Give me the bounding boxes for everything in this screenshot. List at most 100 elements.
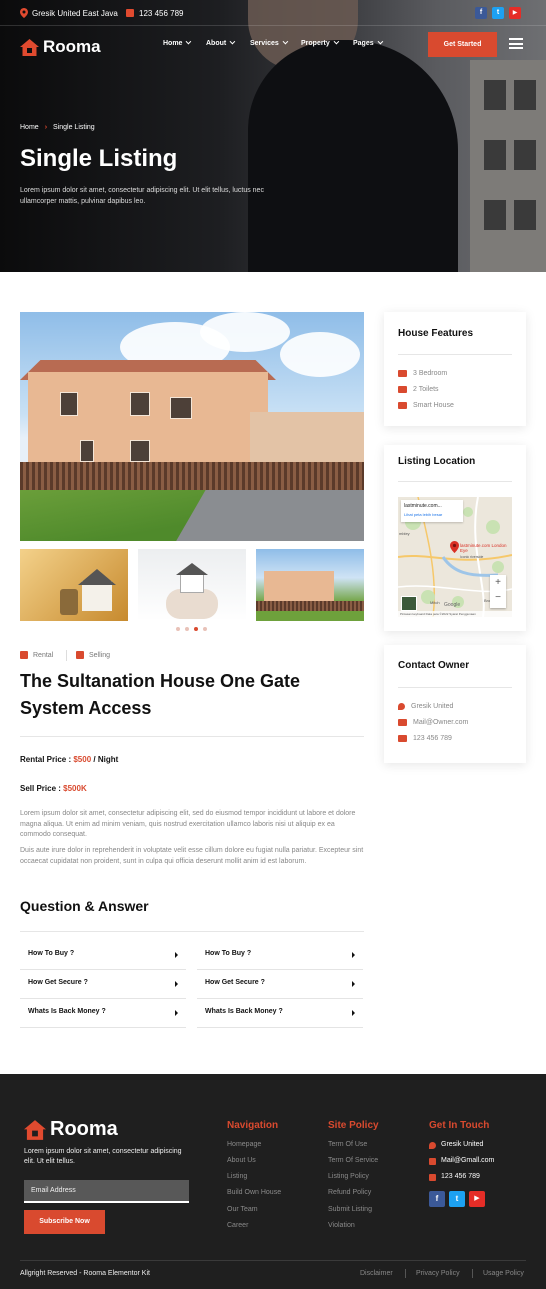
contact-owner-title: Contact Owner: [398, 660, 470, 671]
sell-price-label: Sell Price :: [20, 784, 64, 793]
faq-item[interactable]: How Get Secure ?: [197, 970, 363, 999]
footer-policy-link[interactable]: Submit Listing: [328, 1206, 372, 1213]
nav-pages[interactable]: Pages: [353, 40, 381, 47]
facebook-icon[interactable]: f: [475, 7, 487, 19]
map-satellite-toggle[interactable]: [401, 596, 417, 611]
footer-policy-link[interactable]: Term Of Use: [328, 1141, 367, 1148]
map-footer: Pintasan keyboard Data peta ©2022 Syarat…: [398, 611, 512, 617]
faq-item[interactable]: Whats Is Back Money ?: [20, 999, 186, 1028]
footer-nav-link[interactable]: Career: [227, 1222, 248, 1229]
selling-icon: [76, 651, 84, 659]
faq-question: How To Buy ?: [28, 950, 75, 957]
thumbnail-3[interactable]: [256, 549, 364, 621]
thumbnail-1[interactable]: [20, 549, 128, 621]
hamburger-menu-icon[interactable]: [509, 38, 523, 49]
footer-phone[interactable]: 123 456 789: [441, 1173, 480, 1180]
qa-title: Question & Answer: [20, 898, 149, 914]
map-pin-label: lastminute.com London Eye: [460, 543, 507, 553]
map-label: mbley: [399, 531, 410, 536]
slider-dot[interactable]: [176, 627, 180, 631]
footer-nav-link[interactable]: Build Own House: [227, 1189, 281, 1196]
nav-about[interactable]: About: [206, 40, 233, 47]
footer: Rooma Lorem ipsum dolor sit amet, consec…: [0, 1074, 546, 1289]
listing-main-image[interactable]: [20, 312, 364, 541]
footer-bottom-link[interactable]: Disclaimer: [360, 1270, 393, 1277]
location-map[interactable]: lastminute.com... Lihat peta lebih besar…: [398, 497, 512, 617]
sell-price: Sell Price : $500K: [20, 784, 87, 793]
tag-rental-label: Rental: [33, 651, 54, 659]
twitter-icon[interactable]: t: [492, 7, 504, 19]
contact-email[interactable]: Mail@Owner.com: [398, 719, 468, 726]
house-features-card: House Features 3 Bedroom 2 Toilets Smart…: [384, 312, 526, 426]
phone-icon: [429, 1174, 436, 1181]
map-pin-sublabel: Iconic riverside: [460, 555, 484, 559]
breadcrumb-home[interactable]: Home: [20, 124, 39, 131]
feature-label: 3 Bedroom: [413, 370, 448, 377]
footer-policy-link[interactable]: Refund Policy: [328, 1189, 371, 1196]
thumbnail-2[interactable]: [138, 549, 246, 621]
nav-services[interactable]: Services: [250, 40, 286, 47]
footer-nav-link[interactable]: About Us: [227, 1157, 256, 1164]
hero-section: Gresik United East Java 123 456 789 f t …: [0, 0, 546, 272]
caret-right-icon: [175, 952, 178, 958]
hero-description: Lorem ipsum dolor sit amet, consectetur …: [20, 187, 264, 205]
zoom-out-button[interactable]: −: [490, 591, 506, 607]
slider-dot[interactable]: [203, 627, 207, 631]
footer-email[interactable]: Mail@Gmall.com: [441, 1157, 494, 1164]
rental-price-value: $500: [73, 755, 92, 764]
email-input[interactable]: Email Address: [24, 1180, 189, 1203]
nav-property[interactable]: Property: [301, 40, 337, 47]
footer-policy-link[interactable]: Violation: [328, 1222, 355, 1229]
map-pin-icon[interactable]: [450, 541, 459, 553]
slider-dot-active[interactable]: [194, 627, 198, 631]
feature-label: 2 Toilets: [413, 386, 439, 393]
rental-price: Rental Price : $500 / Night: [20, 755, 118, 764]
bed-icon: [398, 370, 407, 377]
footer-nav-link[interactable]: Homepage: [227, 1141, 261, 1148]
zoom-in-button[interactable]: +: [490, 575, 506, 591]
map-zoom-controls: + −: [490, 575, 506, 608]
youtube-icon[interactable]: ▶: [469, 1191, 485, 1207]
caret-right-icon: [175, 981, 178, 987]
faq-item[interactable]: How To Buy ?: [197, 941, 363, 970]
topbar: Gresik United East Java 123 456 789 f t …: [0, 0, 546, 26]
footer-policy-link[interactable]: Listing Policy: [328, 1173, 369, 1180]
nav-home[interactable]: Home: [163, 40, 189, 47]
footer-policy-link[interactable]: Term Of Service: [328, 1157, 378, 1164]
caret-right-icon: [175, 1010, 178, 1016]
topbar-location: Gresik United East Java: [32, 9, 118, 18]
phone-icon: [398, 735, 407, 742]
footer-nav-link[interactable]: Listing: [227, 1173, 247, 1180]
slider-dot[interactable]: [185, 627, 189, 631]
footer-address: Gresik United: [441, 1141, 484, 1148]
faq-item[interactable]: How To Buy ?: [20, 941, 186, 970]
slider-dots: [176, 627, 207, 631]
feature-item: 2 Toilets: [398, 386, 439, 393]
rental-price-suffix: / Night: [91, 755, 119, 764]
footer-bottom-link[interactable]: Privacy Policy: [416, 1270, 460, 1277]
hero-person: [248, 40, 458, 272]
map-larger-link[interactable]: Lihat peta lebih besar: [404, 512, 460, 517]
breadcrumb-current: Single Listing: [53, 124, 95, 131]
subscribe-button[interactable]: Subscribe Now: [24, 1210, 105, 1234]
copyright: Allgright Reserved - Rooma Elementor Kit: [20, 1270, 150, 1277]
contact-email-label: Mail@Owner.com: [413, 719, 469, 726]
footer-divider: [20, 1260, 526, 1261]
footer-nav-link[interactable]: Our Team: [227, 1206, 258, 1213]
footer-brand-logo[interactable]: Rooma: [24, 1118, 118, 1141]
tag-rental: Rental: [20, 651, 53, 659]
contact-phone[interactable]: 123 456 789: [398, 735, 452, 742]
youtube-icon[interactable]: ▶: [509, 7, 521, 19]
faq-item[interactable]: How Get Secure ?: [20, 970, 186, 999]
house-logo-icon: [24, 1119, 46, 1140]
rental-price-label: Rental Price :: [20, 755, 74, 764]
twitter-icon[interactable]: t: [449, 1191, 465, 1207]
location-pin-icon: [398, 703, 405, 710]
footer-bottom-link[interactable]: Usage Policy: [483, 1270, 524, 1277]
mail-icon: [429, 1158, 436, 1165]
footer-link-divider: [472, 1269, 473, 1278]
facebook-icon[interactable]: f: [429, 1191, 445, 1207]
faq-item[interactable]: Whats Is Back Money ?: [197, 999, 363, 1028]
get-started-button[interactable]: Get Started: [428, 32, 497, 57]
divider: [20, 931, 364, 932]
